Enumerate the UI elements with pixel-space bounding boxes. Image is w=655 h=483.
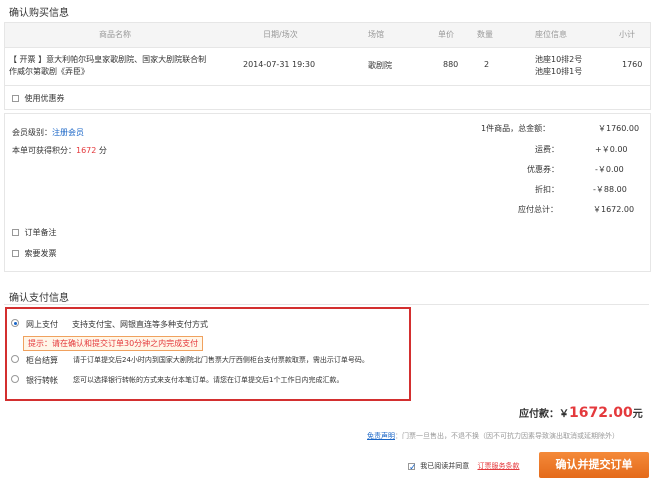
product-seat-1: 池座10排2号 (535, 55, 583, 64)
shipping-label: 运费： (535, 145, 559, 154)
terms-link[interactable]: 订票服务条款 (477, 462, 519, 470)
payment-radio-bank[interactable] (11, 375, 19, 383)
payment-option-bank-name: 银行转帐 (26, 376, 58, 385)
total-value: ￥1760.00 (598, 124, 640, 133)
payment-option-online-desc: 支持支付宝、网银直连等多种支付方式 (72, 320, 208, 329)
order-note-label: 订单备注 (24, 228, 57, 237)
amount-due-label: 应付款： (519, 409, 559, 420)
payment-divider (4, 304, 649, 305)
col-subtotal: 小计 (619, 30, 635, 39)
disclaimer: 免责声明：门票一旦售出，不退不换（因不可抗力因素导致演出取消或延期除外） (367, 431, 619, 441)
product-date: 2014-07-31 19:30 (243, 60, 316, 69)
payment-option-online-name: 网上支付 (26, 320, 58, 329)
product-name-line2[interactable]: 作威尔第歌剧《弄臣》 (9, 66, 89, 77)
product-price: 880 (443, 60, 459, 69)
member-level-link[interactable]: 注册会员 (52, 128, 84, 137)
order-note-checkbox[interactable] (12, 229, 19, 236)
agree-row: ✓ 我已阅读并同意 订票服务条款 (408, 461, 519, 472)
member-level-label: 会员级别： (12, 128, 52, 137)
invoice-checkbox[interactable] (12, 250, 19, 257)
shipping-value: +￥0.00 (595, 145, 628, 154)
product-subtotal: 1760 (622, 60, 643, 69)
coupon-row: 使用优惠券 (12, 93, 65, 104)
product-venue: 歌剧院 (368, 61, 392, 70)
discount-value: -￥0.00 (595, 165, 624, 174)
payment-option-counter-name: 柜台结算 (26, 356, 58, 365)
summary-panel: 会员级别：注册会员 本单可获得积分：1672 分 1件商品，总金额： ￥1760… (4, 113, 651, 272)
amount-due-unit: 元 (632, 409, 643, 420)
payment-section-title: 确认支付信息 (9, 293, 69, 304)
payable-value: ￥1672.00 (593, 205, 635, 214)
rebate-value: -￥88.00 (593, 185, 627, 194)
payment-tip: 提示：请在确认和提交订单30分钟之内完成支付 (23, 336, 204, 351)
payment-radio-counter[interactable] (11, 355, 19, 363)
table-row: 【 开票 】意大利帕尔玛皇家歌剧院、国家大剧院联合制 作威尔第歌剧《弄臣》 20… (5, 47, 650, 83)
order-note-row: 订单备注 (12, 227, 57, 238)
member-level: 会员级别：注册会员 (12, 127, 84, 138)
amount-due: 应付款：￥1672.00元 (519, 405, 643, 421)
discount-label: 优惠券： (527, 165, 559, 174)
total-label: 1件商品，总金额： (481, 124, 551, 133)
product-name-line1[interactable]: 【 开票 】意大利帕尔玛皇家歌剧院、国家大剧院联合制 (9, 54, 206, 65)
col-venue: 场馆 (368, 30, 384, 39)
disclaimer-text: ：门票一旦售出，不退不换（因不可抗力因素导致演出取消或延期除外） (395, 432, 619, 440)
invoice-row: 索要发票 (12, 248, 57, 259)
product-seat-2: 池座10排1号 (535, 67, 583, 76)
col-qty: 数量 (477, 30, 493, 39)
rebate-label: 折扣： (535, 185, 559, 194)
coupon-label: 使用优惠券 (24, 94, 65, 103)
purchase-section-title: 确认购买信息 (9, 8, 69, 19)
coupon-checkbox[interactable] (12, 95, 19, 102)
divider (5, 85, 650, 86)
disclaimer-link[interactable]: 免责声明 (367, 432, 395, 440)
purchase-panel: 商品名称 日期/场次 场馆 单价 数量 座位信息 小计 【 开票 】意大利帕尔玛… (4, 22, 651, 110)
points-unit: 分 (98, 146, 107, 155)
amount-due-value: 1672.00 (569, 405, 633, 421)
col-product: 商品名称 (99, 30, 131, 39)
product-qty: 2 (484, 60, 490, 69)
payment-radio-online[interactable] (11, 319, 19, 327)
points-info: 本单可获得积分：1672 分 (12, 145, 107, 156)
agree-text: 我已阅读并同意 (420, 462, 470, 470)
submit-order-button[interactable]: 确认并提交订单 (539, 452, 649, 478)
col-price: 单价 (438, 30, 454, 39)
col-seat: 座位信息 (535, 30, 567, 39)
points-label: 本单可获得积分： (12, 146, 76, 155)
amount-due-currency: ￥ (559, 409, 569, 420)
payable-label: 应付总计： (518, 205, 558, 214)
invoice-label: 索要发票 (24, 249, 57, 258)
payment-option-counter-desc: 请于订单提交后24小时内到国家大剧院北门售票大厅西侧柜台支付票款取票，需出示订单… (73, 356, 369, 364)
points-value: 1672 (76, 146, 97, 155)
col-date: 日期/场次 (263, 30, 298, 39)
agree-checkbox[interactable]: ✓ (408, 462, 417, 472)
table-header: 商品名称 日期/场次 场馆 单价 数量 座位信息 小计 (5, 23, 650, 48)
payment-option-bank-desc: 您可以选择银行转帐的方式来支付本笔订单。请您在订单提交后1个工作日内完成汇款。 (73, 376, 344, 384)
payment-options-box: 网上支付 支持支付宝、网银直连等多种支付方式 提示：请在确认和提交订单30分钟之… (5, 307, 411, 401)
